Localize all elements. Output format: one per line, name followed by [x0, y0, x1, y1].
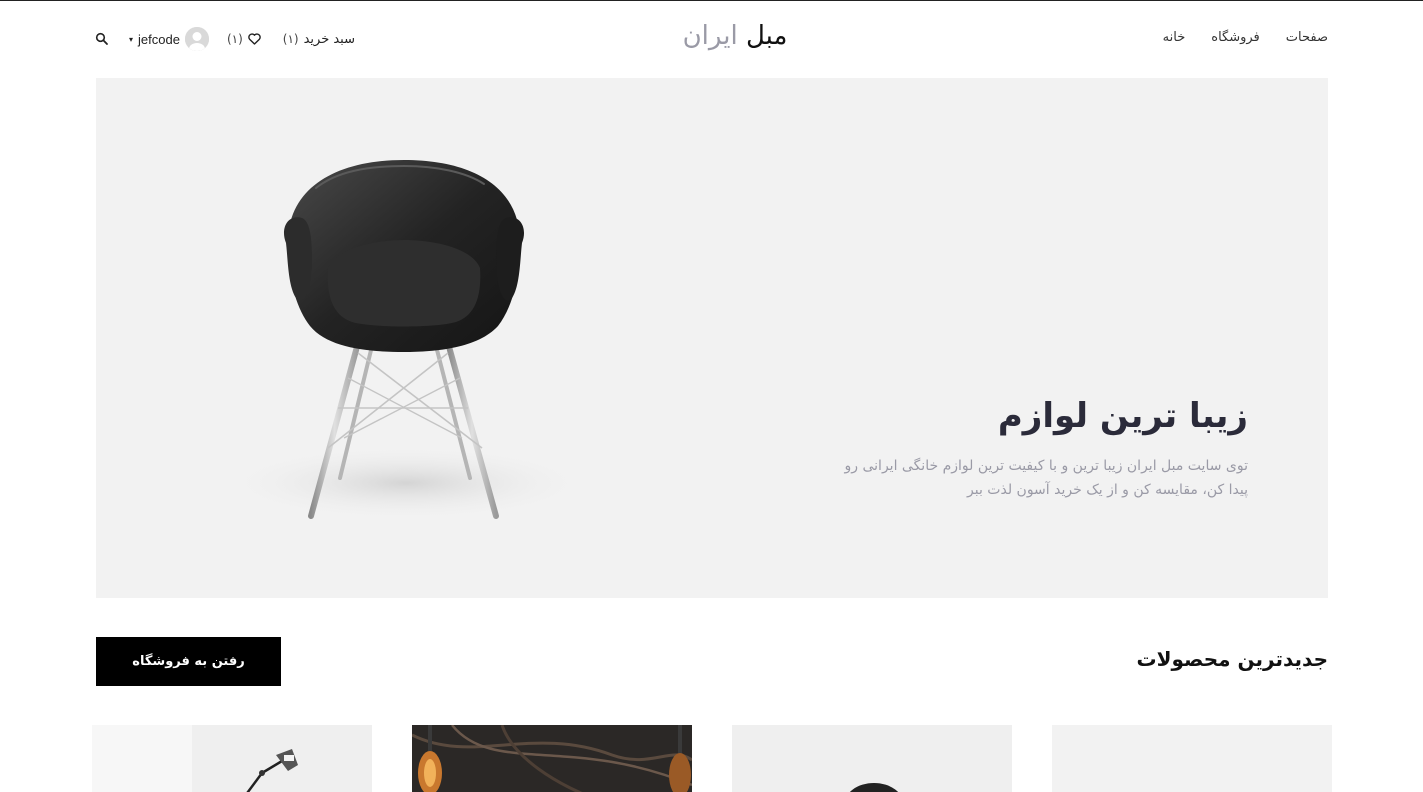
cart-link[interactable]: سبد خرید (۱): [283, 32, 355, 47]
product-card[interactable]: [732, 725, 1012, 792]
chair-image: [221, 160, 586, 521]
search-icon[interactable]: [95, 31, 111, 47]
cart-label: سبد خرید: [303, 31, 356, 47]
hero-title: زیبا ترین لوازم: [997, 396, 1248, 436]
cart-count: (۱): [282, 32, 299, 46]
product-grid: [0, 725, 1423, 792]
logo-part-2: ایران: [682, 21, 738, 51]
chevron-down-icon: ▾: [129, 34, 134, 44]
main-nav: خانه فروشگاه صفحات: [1163, 30, 1328, 45]
wishlist-link[interactable]: (۱): [227, 30, 261, 49]
hero-subtitle-line-2: پیدا کن، مقایسه کن و از یک خرید آسون لذت…: [967, 482, 1248, 498]
avatar: [184, 27, 209, 51]
nav-home[interactable]: خانه: [1163, 30, 1186, 45]
nav-shop[interactable]: فروشگاه: [1211, 30, 1260, 45]
hero-banner: زیبا ترین لوازم توی سایت مبل ایران زیبا …: [96, 78, 1328, 598]
product-card[interactable]: [92, 725, 372, 792]
wishlist-count: (۱): [226, 32, 243, 46]
round-object-image: [732, 725, 1012, 792]
nav-pages[interactable]: صفحات: [1286, 30, 1328, 45]
desk-lamp-image: [92, 725, 372, 792]
hero-subtitle-line-1: توی سایت مبل ایران زیبا ترین و با کیفیت …: [844, 458, 1248, 474]
newest-products-title: جدیدترین محصولات: [1136, 647, 1328, 671]
logo-part-1: مبل: [745, 21, 788, 51]
product-card[interactable]: [412, 725, 692, 792]
site-header: خانه فروشگاه صفحات مبل ایران ▾ jefcode (…: [0, 1, 1423, 77]
go-to-shop-button[interactable]: رفتن به فروشگاه: [96, 637, 281, 686]
hero-subtitle: توی سایت مبل ایران زیبا ترین و با کیفیت …: [778, 454, 1248, 502]
user-menu[interactable]: ▾ jefcode: [129, 27, 209, 51]
pendant-bulbs-image: [412, 725, 692, 792]
header-tools: ▾ jefcode (۱) سبد خرید (۱): [95, 27, 355, 51]
username: jefcode: [138, 31, 180, 47]
product-image: [1052, 725, 1332, 792]
hero-text: زیبا ترین لوازم توی سایت مبل ایران زیبا …: [778, 396, 1248, 502]
product-card[interactable]: [1052, 725, 1332, 792]
site-logo[interactable]: مبل ایران: [660, 21, 810, 51]
heart-icon: [248, 30, 261, 49]
